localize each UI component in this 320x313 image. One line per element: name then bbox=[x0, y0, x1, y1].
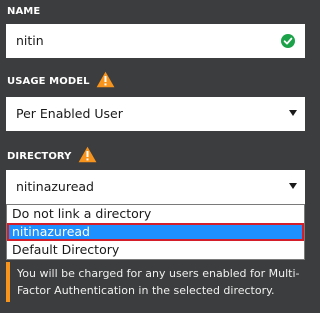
directory-option-no-link[interactable]: Do not link a directory bbox=[7, 205, 304, 223]
usage-model-label: USAGE MODEL bbox=[7, 71, 115, 91]
directory-label: DIRECTORY bbox=[7, 146, 97, 166]
name-input[interactable]: nitin bbox=[6, 24, 305, 58]
usage-model-select[interactable]: Per Enabled User bbox=[6, 97, 305, 131]
directory-label-text: DIRECTORY bbox=[7, 150, 72, 162]
directory-select[interactable]: nitinazuread bbox=[6, 170, 305, 204]
warning-triangle-icon bbox=[96, 71, 115, 91]
directory-option-default[interactable]: Default Directory bbox=[7, 241, 304, 259]
charge-notice: You will be charged for any users enable… bbox=[6, 262, 305, 302]
directory-select-value: nitinazuread bbox=[16, 179, 94, 194]
chevron-down-icon bbox=[289, 110, 297, 116]
usage-model-select-value: Per Enabled User bbox=[16, 106, 123, 121]
warning-triangle-icon bbox=[78, 146, 97, 166]
name-label: NAME bbox=[7, 2, 40, 20]
name-label-text: NAME bbox=[7, 5, 41, 17]
charge-notice-text: You will be charged for any users enable… bbox=[17, 267, 300, 297]
name-input-value: nitin bbox=[16, 33, 44, 48]
directory-option-nitinazuread[interactable]: nitinazuread bbox=[7, 223, 304, 241]
checkmark-circle-icon bbox=[281, 34, 295, 51]
usage-model-label-text: USAGE MODEL bbox=[7, 75, 90, 87]
chevron-down-icon bbox=[289, 183, 297, 189]
directory-dropdown-list: Do not link a directory nitinazuread Def… bbox=[6, 204, 305, 260]
